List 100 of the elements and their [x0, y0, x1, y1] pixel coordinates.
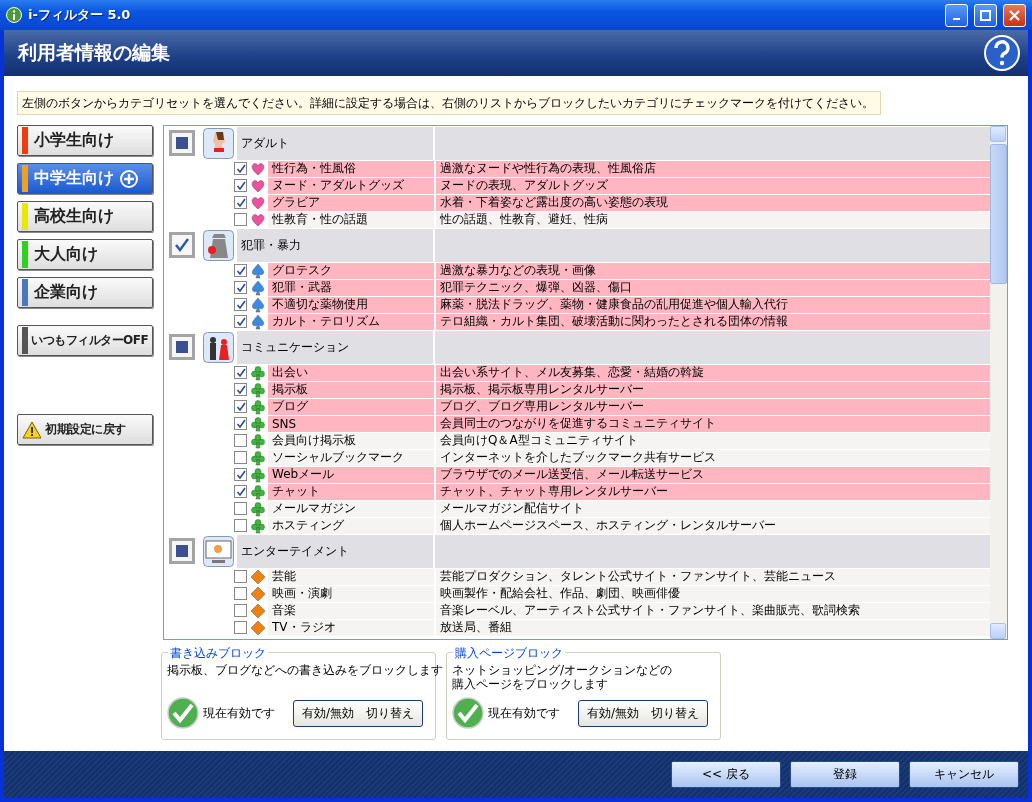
hooded-figure-icon: [203, 229, 234, 261]
checkbox[interactable]: [234, 196, 247, 209]
category-name: 犯罪・武器: [268, 279, 434, 296]
group-checkbox[interactable]: [169, 130, 195, 156]
category-description: 水着・下着姿など露出度の高い姿態の表現: [436, 194, 990, 211]
partial-mark: [176, 341, 188, 353]
toggle-button[interactable]: 有効/無効 切り替え: [578, 699, 709, 727]
heart-icon: [250, 177, 266, 194]
category-name: メールマガジン: [268, 500, 434, 517]
category-description: 過激な暴力などの表現・画像: [436, 262, 990, 279]
category-name: グロテスク: [268, 262, 434, 279]
checkbox[interactable]: [234, 383, 247, 396]
club-icon: [250, 398, 266, 415]
club-icon: [250, 517, 266, 534]
checkbox[interactable]: [234, 587, 247, 600]
status-text: 現在有効です: [203, 704, 276, 722]
category-name: ソーシャルブックマーク: [268, 449, 434, 466]
close-button[interactable]: [1003, 3, 1026, 27]
category-description: 放送局、番組: [436, 619, 990, 636]
category-description: 性の話題、性教育、避妊、性病: [436, 211, 990, 228]
heart-icon: [250, 211, 266, 228]
checkbox[interactable]: [234, 570, 247, 583]
minimize-icon: [953, 18, 960, 20]
reset-button[interactable]: 初期設定に戻す: [17, 414, 153, 445]
checkbox[interactable]: [234, 417, 247, 430]
checkbox[interactable]: [234, 519, 247, 532]
category-name: 性行為・性風俗: [268, 160, 434, 177]
category-name: カルト・テロリズム: [268, 313, 434, 330]
checkbox[interactable]: [234, 366, 247, 379]
category-name: 不適切な薬物使用: [268, 296, 434, 313]
maximize-button[interactable]: [974, 3, 997, 27]
category-name: ブログ: [268, 398, 434, 415]
preset-button[interactable]: 中学生向け: [17, 163, 153, 194]
category-description: 芸能プロダクション、タレント公式サイト・ファンサイト、芸能ニュース: [436, 568, 990, 585]
checkbox[interactable]: [234, 162, 247, 175]
diamond-icon: [250, 568, 266, 585]
checkbox[interactable]: [234, 213, 247, 226]
club-icon: [250, 381, 266, 398]
checkbox[interactable]: [234, 485, 247, 498]
category-description: インターネットを介したブックマーク共有サービス: [436, 449, 990, 466]
category-description: 音楽レーベル、アーティスト公式サイト・ファンサイト、楽曲販売、歌詞検索: [436, 602, 990, 619]
checkmark-icon: [235, 418, 246, 429]
category-name: 会員向け掲示板: [268, 432, 434, 449]
checkbox[interactable]: [234, 621, 247, 634]
category-description: メールマガジン配信サイト: [436, 500, 990, 517]
checkbox[interactable]: [234, 298, 247, 311]
category-name: チャット: [268, 483, 434, 500]
footer-button[interactable]: << 戻る: [671, 761, 781, 788]
panel-title: 購入ページブロック: [453, 645, 565, 662]
toggle-button[interactable]: 有効/無効 切り替え: [293, 699, 424, 727]
preset-button[interactable]: 企業向け: [17, 277, 153, 308]
two-figures-icon: [203, 331, 234, 363]
checkbox[interactable]: [234, 604, 247, 617]
category-name: 映画・演劇: [268, 585, 434, 602]
preset-button[interactable]: 小学生向け: [17, 125, 153, 156]
checkmark-icon: [174, 237, 190, 253]
minimize-button[interactable]: [945, 3, 968, 27]
checkbox[interactable]: [234, 451, 247, 464]
footer-button[interactable]: キャンセル: [909, 761, 1019, 788]
checkmark-icon: [235, 486, 246, 497]
footer-button[interactable]: 登録: [790, 761, 900, 788]
group-checkbox[interactable]: [169, 334, 195, 360]
club-icon: [250, 500, 266, 517]
checkbox[interactable]: [234, 179, 247, 192]
maximize-icon: [980, 9, 991, 21]
category-name: ヌード・アダルトグッズ: [268, 177, 434, 194]
category-name: Webメール: [268, 466, 434, 483]
category-description: 映画製作・配給会社、作品、劇団、映画俳優: [436, 585, 990, 602]
checkbox[interactable]: [234, 434, 247, 447]
category-description: ブログ、ブログ専用レンタルサーバー: [436, 398, 990, 415]
info-icon: [6, 7, 22, 23]
spade-icon: [250, 262, 266, 279]
checkbox[interactable]: [234, 315, 247, 328]
group-name: 犯罪・暴力: [237, 228, 433, 262]
filter-off-button[interactable]: いつもフィルターOFF: [17, 325, 153, 356]
instruction-text: 左側のボタンからカテゴリセットを選んでください。詳細に設定する場合は、右側のリストからブロックしたいカテゴリにチェックマークを付けてください。: [17, 91, 881, 115]
group-checkbox[interactable]: [169, 538, 195, 564]
panel-title: 書き込みブロック: [168, 645, 268, 662]
group-name: コミュニケーション: [237, 330, 433, 364]
help-icon[interactable]: [984, 35, 1020, 71]
category-name: 芸能: [268, 568, 434, 585]
club-icon: [250, 483, 266, 500]
checkmark-icon: [235, 469, 246, 480]
plus-icon: [120, 169, 138, 188]
warning-icon: [22, 420, 42, 439]
category-description: 犯罪テクニック、爆弾、凶器、傷口: [436, 279, 990, 296]
group-checkbox[interactable]: [169, 232, 195, 258]
preset-button[interactable]: 高校生向け: [17, 201, 153, 232]
category-description: チャット、チャット専用レンタルサーバー: [436, 483, 990, 500]
spade-icon: [250, 296, 266, 313]
scrollbar[interactable]: [990, 126, 1007, 639]
checkmark-icon: [235, 299, 246, 310]
checkbox[interactable]: [234, 264, 247, 277]
preset-button[interactable]: 大人向け: [17, 239, 153, 270]
checkmark-icon: [235, 316, 246, 327]
diamond-icon: [250, 602, 266, 619]
checkbox[interactable]: [234, 281, 247, 294]
checkbox[interactable]: [234, 400, 247, 413]
checkbox[interactable]: [234, 468, 247, 481]
checkbox[interactable]: [234, 502, 247, 515]
